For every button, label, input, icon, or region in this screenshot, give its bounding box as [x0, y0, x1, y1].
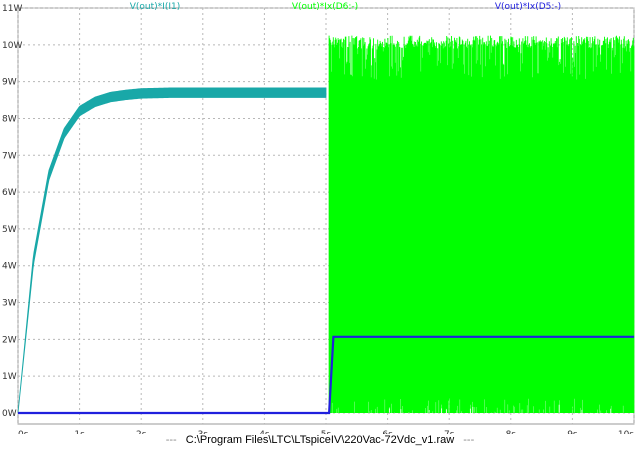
- y-tick-label: 3W: [2, 299, 17, 309]
- y-tick-label: 9W: [2, 78, 17, 88]
- trace-vout-i1: [17, 87, 327, 413]
- y-axis-ticks: 0W 1W 2W 3W 4W 5W 6W 7W 8W 9W 10W 11W: [2, 4, 22, 419]
- y-tick-label: 1W: [2, 372, 17, 382]
- y-tick-label: 5W: [2, 225, 17, 235]
- raw-file-path: C:\Program Files\LTC\LTspiceIV\220Vac-72…: [185, 434, 455, 446]
- y-tick-label: 8W: [2, 114, 17, 124]
- footer-dash-left: ---: [165, 434, 177, 446]
- footer-dash-right: ---: [463, 434, 475, 446]
- raw-file-footer: --- C:\Program Files\LTC\LTspiceIV\220Va…: [0, 434, 640, 446]
- plot-area[interactable]: 0W1W2W3W4W5W6W7W8W9W10W11W 0s1s2s3s4s5s6…: [0, 0, 640, 434]
- trace-labels: V(out)*I(I1) V(out)*Ix(D6:-) V(out)*Ix(D5:…: [130, 2, 561, 12]
- y-tick-label: 4W: [2, 262, 17, 272]
- y-tick-label: 7W: [2, 151, 17, 161]
- trace-label-1: V(out)*I(I1): [130, 2, 180, 12]
- y-tick-label: 10W: [2, 41, 22, 51]
- y-tick-label: 0W: [2, 409, 17, 419]
- trace-label-3: V(out)*Ix(D5:-): [495, 2, 561, 12]
- y-tick-label: 11W: [2, 4, 22, 14]
- trace-label-2: V(out)*Ix(D6:-): [292, 2, 358, 12]
- trace-vout-ix-d6: [328, 35, 635, 413]
- y-tick-label: 6W: [2, 188, 17, 198]
- y-tick-label: 2W: [2, 335, 17, 345]
